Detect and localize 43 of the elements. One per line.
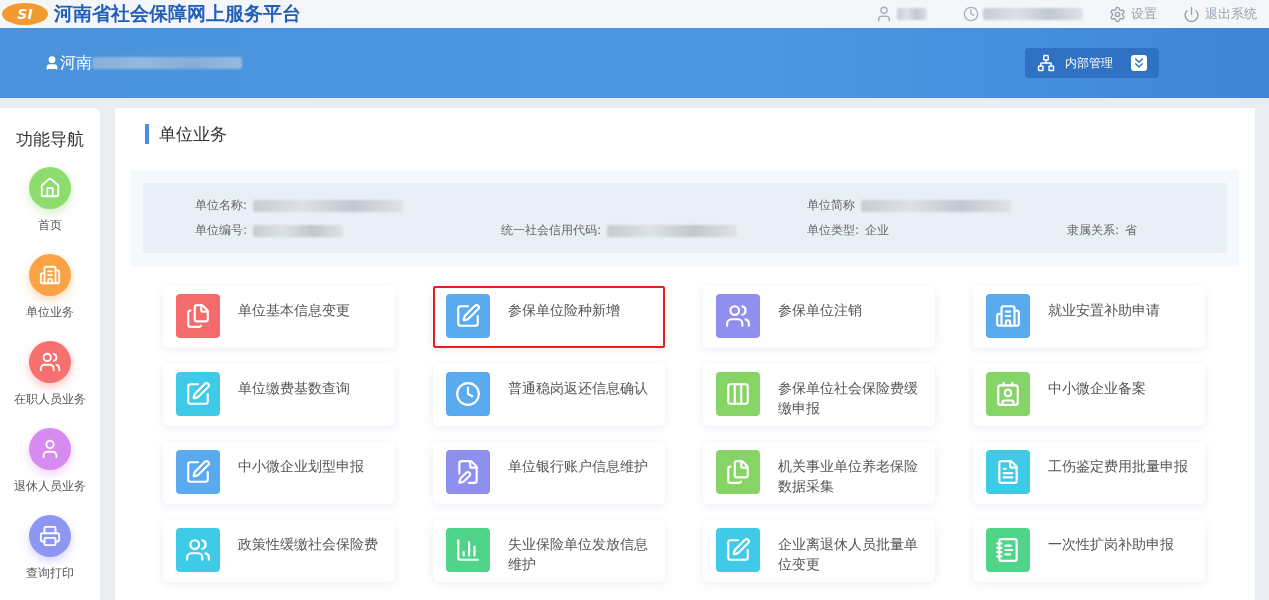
user-icon	[875, 5, 893, 23]
redacted-text	[897, 8, 927, 20]
service-tile[interactable]: 参保单位险种新增	[433, 286, 665, 348]
service-tile[interactable]: 就业安置补助申请	[973, 286, 1205, 348]
service-tile[interactable]: 工伤鉴定费用批量申报	[973, 442, 1205, 504]
field-label: 单位名称:	[195, 197, 248, 214]
nav-item[interactable]: 单位业务	[26, 254, 74, 321]
field-label: 单位编号:	[195, 222, 248, 239]
logo: SI	[2, 3, 48, 25]
sitemap-icon	[1037, 54, 1055, 72]
nav-item[interactable]: 首页	[29, 167, 71, 234]
section-title: 单位业务	[145, 124, 1239, 144]
field-value: 省	[1125, 222, 1138, 239]
clock-icon	[963, 6, 979, 22]
field-value: 企业	[865, 222, 890, 239]
service-tile[interactable]: 参保单位注销	[703, 286, 935, 348]
service-tile[interactable]: 中小微企业备案	[973, 364, 1205, 426]
service-tile[interactable]: 单位银行账户信息维护	[433, 442, 665, 504]
user-icon	[44, 55, 60, 71]
power-icon	[1183, 5, 1200, 23]
service-tile[interactable]: 一次性扩岗补助申报	[973, 520, 1205, 582]
menu-button[interactable]: 内部管理	[1025, 48, 1159, 78]
site-title: 河南省社会保障网上服务平台	[54, 1, 301, 26]
service-tile[interactable]: 单位基本信息变更	[163, 286, 395, 348]
service-tile[interactable]: 参保单位社会保险费缓缴申报	[703, 364, 935, 426]
service-tile[interactable]: 单位缴费基数查询	[163, 364, 395, 426]
user-name: 河南	[60, 52, 92, 74]
service-tile[interactable]: 普通稳岗返还信息确认	[433, 364, 665, 426]
service-tile[interactable]: 机关事业单位养老保险数据采集	[703, 442, 935, 504]
sidebar-title: 功能导航	[16, 128, 84, 151]
chevron-icon	[1131, 55, 1147, 71]
field-label: 单位类型:	[807, 222, 860, 239]
service-tile[interactable]: 政策性缓缴社会保险费	[163, 520, 395, 582]
service-tile[interactable]: 企业离退休人员批量单位变更	[703, 520, 935, 582]
service-tile[interactable]: 失业保险单位发放信息维护	[433, 520, 665, 582]
field-label: 隶属关系:	[1067, 222, 1120, 239]
nav-item[interactable]: 退休人员业务	[14, 428, 86, 495]
settings-icon	[1109, 5, 1126, 23]
field-label: 单位简称	[807, 197, 855, 214]
nav-item[interactable]: 在职人员业务	[14, 341, 86, 408]
field-label: 统一社会信用代码:	[501, 222, 602, 239]
service-tile[interactable]: 中小微企业划型申报	[163, 442, 395, 504]
nav-item[interactable]: 查询打印	[26, 515, 74, 582]
